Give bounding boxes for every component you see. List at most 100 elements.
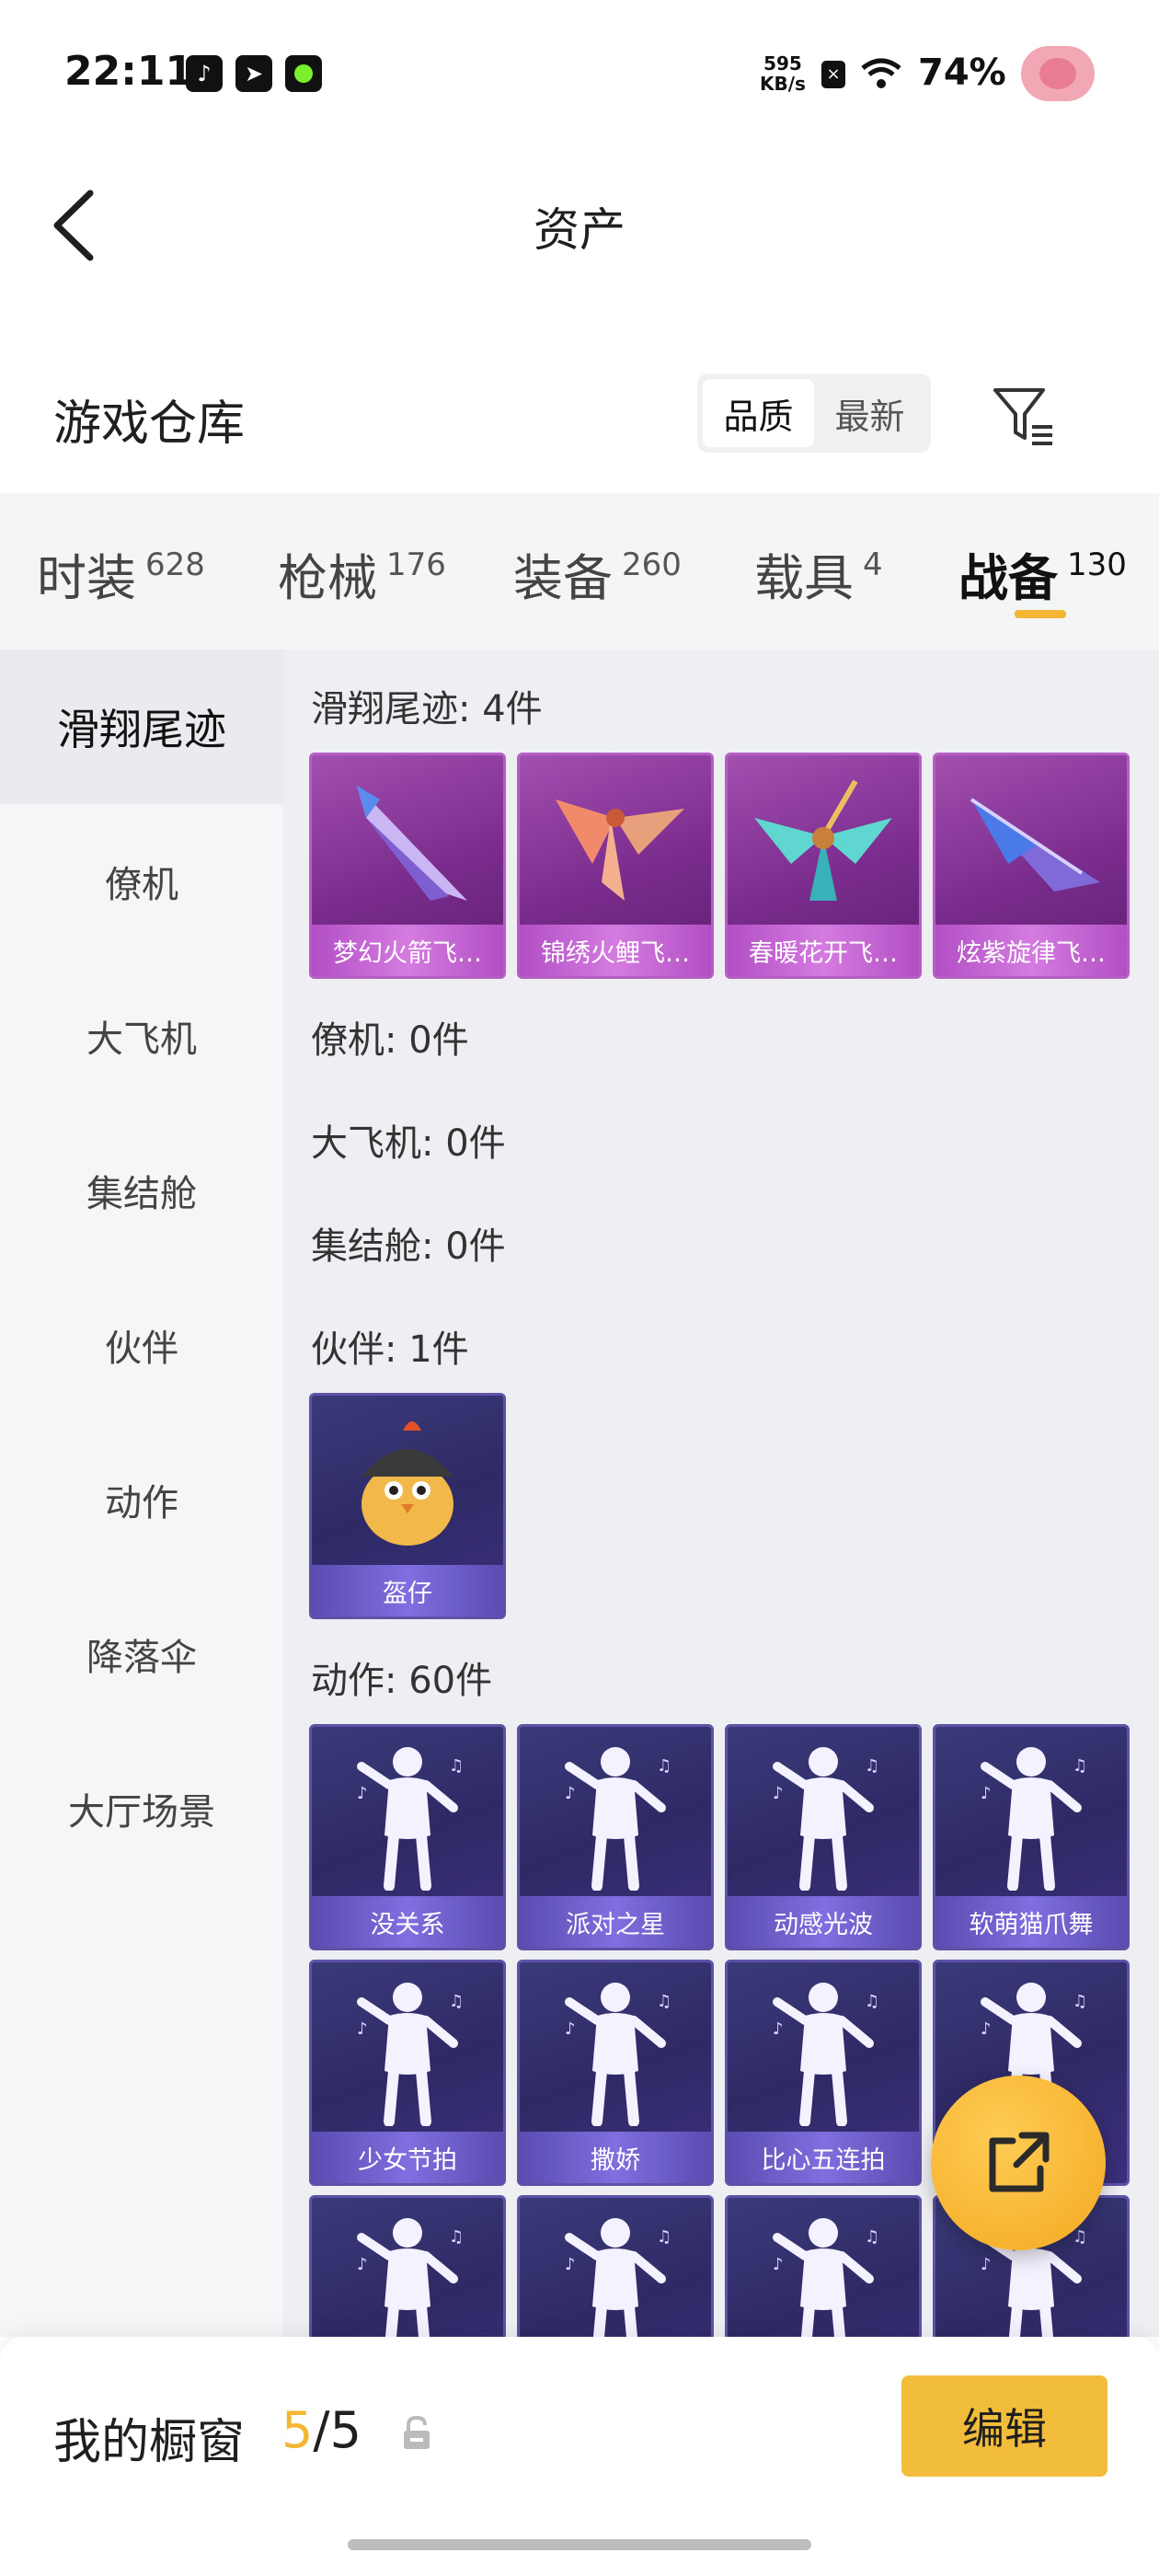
side-item-pod[interactable]: 集结舱 [0, 1113, 283, 1268]
tab-count: 260 [622, 546, 682, 583]
item-card[interactable]: ♪ ♫ [725, 2195, 922, 2337]
share-icon [989, 2132, 1050, 2192]
tab-battle-gear[interactable]: 战备 130 [958, 537, 1127, 610]
side-item-lobby-scene[interactable]: 大厅场景 [0, 1731, 283, 1886]
item-card[interactable]: 春暖花开飞… [725, 753, 922, 979]
glider-image [520, 755, 711, 926]
item-name: 炫紫旋律飞… [935, 925, 1127, 976]
item-card[interactable]: ♪ ♫ 动感光波 [725, 1724, 922, 1950]
svg-text:♫: ♫ [657, 1756, 671, 1776]
tab-vehicles[interactable]: 载具 4 [754, 537, 883, 610]
item-name: 没关系 [312, 1896, 503, 1948]
showcase-total: 5 [329, 2401, 361, 2459]
assistant-avatar-icon[interactable] [1021, 46, 1095, 101]
emote-figure-image: ♪ ♫ [520, 1962, 711, 2133]
tab-equipment[interactable]: 装备 260 [513, 537, 682, 610]
status-bar: 22:11 ♪ ➤ 595 KB/s × 74% [0, 0, 1159, 147]
sort-quality[interactable]: 品质 [703, 379, 814, 447]
net-speed: 595 KB/s [760, 53, 806, 94]
glider-image [312, 755, 503, 926]
item-card[interactable]: ♪ ♫ 比心五连拍 [725, 1960, 922, 2186]
partner-image [312, 1396, 503, 1567]
item-card[interactable]: 盔仔 [309, 1393, 506, 1619]
svg-text:♪: ♪ [981, 2255, 992, 2274]
svg-text:♪: ♪ [565, 1784, 576, 1803]
side-item-parachute[interactable]: 降落伞 [0, 1577, 283, 1731]
item-card[interactable]: ♪ ♫ 撒娇 [517, 1960, 714, 2186]
item-card[interactable]: 锦绣火鲤飞… [517, 753, 714, 979]
svg-text:♫: ♫ [1073, 2227, 1087, 2247]
section-label-emote: 动作: 60件 [311, 1660, 493, 1702]
no-sim-icon: × [821, 61, 845, 88]
svg-text:♪: ♪ [357, 1784, 368, 1803]
svg-text:♫: ♫ [865, 1756, 879, 1776]
svg-text:♪: ♪ [981, 1784, 992, 1803]
svg-text:♫: ♫ [1073, 1756, 1087, 1776]
svg-text:♫: ♫ [657, 1992, 671, 2011]
svg-text:♪: ♪ [773, 2255, 784, 2274]
side-item-plane[interactable]: 大飞机 [0, 959, 283, 1113]
item-card[interactable]: ♪ ♫ [517, 2195, 714, 2337]
item-card[interactable]: ♪ ♫ 派对之星 [517, 1724, 714, 1950]
sort-latest[interactable]: 最新 [814, 379, 925, 447]
section-label-glide: 滑翔尾迹: 4件 [311, 688, 543, 730]
svg-text:♪: ♪ [565, 2019, 576, 2039]
app-dot-icon [285, 55, 322, 92]
item-name: 比心五连拍 [728, 2132, 919, 2183]
filter-icon[interactable] [992, 385, 1056, 449]
emote-figure-image: ♪ ♫ [728, 2198, 919, 2337]
svg-text:♫: ♫ [657, 2227, 671, 2247]
showcase-current: 5 [281, 2401, 314, 2459]
svg-text:♫: ♫ [449, 1992, 464, 2011]
telegram-icon: ➤ [235, 55, 272, 92]
emote-figure-image: ♪ ♫ [935, 1727, 1127, 1898]
net-speed-unit: KB/s [760, 73, 806, 95]
category-tabs: 时装 628 枪械 176 装备 260 载具 4 战备 130 [0, 493, 1159, 650]
tab-count: 628 [145, 546, 205, 583]
page-title: 资产 [534, 203, 625, 257]
side-nav: 滑翔尾迹 僚机 大飞机 集结舱 伙伴 动作 降落伞 大厅场景 [0, 650, 283, 2337]
share-button[interactable] [931, 2076, 1106, 2250]
notification-icons: ♪ ➤ [186, 55, 322, 92]
showcase-separator: / [313, 2401, 330, 2459]
side-item-wingman[interactable]: 僚机 [0, 804, 283, 959]
active-tab-indicator [1015, 610, 1066, 618]
item-card[interactable]: ♪ ♫ [309, 2195, 506, 2337]
item-card[interactable]: ♪ ♫ 少女节拍 [309, 1960, 506, 2186]
item-name: 撒娇 [520, 2132, 711, 2183]
emote-figure-image: ♪ ♫ [728, 1962, 919, 2133]
edit-button[interactable]: 编辑 [901, 2375, 1107, 2477]
emote-figure-image: ♪ ♫ [312, 1962, 503, 2133]
svg-text:♫: ♫ [449, 1756, 464, 1776]
side-item-partner[interactable]: 伙伴 [0, 1268, 283, 1422]
item-card[interactable]: ♪ ♫ 没关系 [309, 1724, 506, 1950]
item-name: 派对之星 [520, 1896, 711, 1948]
sort-toggle: 品质 最新 [697, 374, 931, 453]
tab-firearms[interactable]: 枪械 176 [278, 537, 446, 610]
emote-figure-image: ♪ ♫ [520, 1727, 711, 1898]
svg-text:♪: ♪ [565, 2255, 576, 2274]
item-card[interactable]: ♪ ♫ 软萌猫爪舞 [933, 1724, 1130, 1950]
tab-label: 时装 [37, 549, 136, 607]
clock: 22:11 [64, 48, 194, 95]
tab-count: 4 [863, 546, 883, 583]
home-indicator[interactable] [348, 2539, 811, 2550]
side-item-emote[interactable]: 动作 [0, 1422, 283, 1577]
item-card[interactable]: 炫紫旋律飞… [933, 753, 1130, 979]
tab-label: 载具 [754, 549, 854, 607]
net-speed-value: 595 [763, 52, 802, 75]
item-name: 梦幻火箭飞… [312, 925, 503, 976]
item-card[interactable]: 梦幻火箭飞… [309, 753, 506, 979]
item-name: 锦绣火鲤飞… [520, 925, 711, 976]
emote-figure-image: ♪ ♫ [312, 1727, 503, 1898]
tab-fashion[interactable]: 时装 628 [37, 537, 205, 610]
svg-text:♫: ♫ [1073, 1992, 1087, 2011]
item-name: 春暖花开飞… [728, 925, 919, 976]
tab-count: 130 [1067, 546, 1127, 583]
side-item-glide-trail[interactable]: 滑翔尾迹 [0, 650, 283, 804]
tab-label: 装备 [513, 549, 613, 607]
svg-text:♪: ♪ [773, 1784, 784, 1803]
svg-text:♪: ♪ [773, 2019, 784, 2039]
tab-label: 战备 [958, 549, 1058, 607]
svg-text:♪: ♪ [981, 2019, 992, 2039]
